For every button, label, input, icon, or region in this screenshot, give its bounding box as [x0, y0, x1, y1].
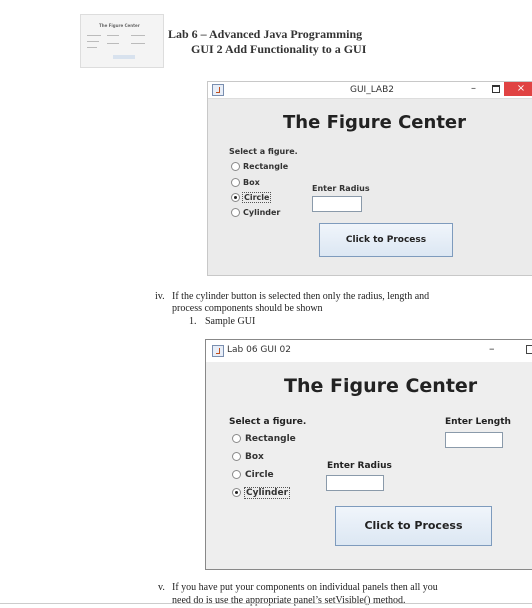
- item-iv-number: iv.: [155, 291, 165, 302]
- radio-rectangle[interactable]: [231, 162, 240, 171]
- radio-cylinder[interactable]: [232, 488, 241, 497]
- java-icon: [212, 345, 224, 357]
- maximize-button[interactable]: [492, 85, 500, 93]
- click-to-process-button[interactable]: Click to Process: [335, 506, 492, 546]
- radius-input[interactable]: [312, 196, 362, 212]
- thumb-line: [131, 35, 145, 36]
- gui-lab2-window: GUI_LAB2 – × The Figure Center Select a …: [207, 81, 532, 276]
- thumb-line: [107, 43, 119, 44]
- radio-rectangle-label[interactable]: Rectangle: [245, 434, 296, 444]
- thumb-button: [113, 55, 135, 59]
- document-thumbnail: The Figure Center: [80, 14, 164, 68]
- enter-radius-label: Enter Radius: [312, 184, 370, 193]
- radio-rectangle-label[interactable]: Rectangle: [243, 162, 288, 171]
- radio-circle-label[interactable]: Circle: [245, 470, 274, 480]
- sub-item-text: Sample GUI: [205, 316, 256, 327]
- radio-rectangle[interactable]: [232, 434, 241, 443]
- thumb-line: [107, 35, 119, 36]
- radio-cylinder-label[interactable]: Cylinder: [244, 487, 291, 499]
- enter-radius-label: Enter Radius: [327, 461, 392, 471]
- title-bar: Lab 06 GUI 02 –: [206, 340, 532, 362]
- radio-box-label[interactable]: Box: [245, 452, 264, 462]
- document-heading: Lab 6 – Advanced Java Programming: [168, 27, 363, 41]
- document-subheading: GUI 2 Add Functionality to a GUI: [191, 42, 367, 56]
- enter-length-label: Enter Length: [445, 417, 511, 427]
- window-title: Lab 06 GUI 02: [227, 345, 291, 355]
- sub-item-number: 1.: [189, 316, 197, 327]
- item-v-text-1: If you have put your components on indiv…: [172, 582, 438, 593]
- page-divider: [0, 603, 532, 604]
- thumb-line: [87, 47, 97, 48]
- radio-box[interactable]: [231, 178, 240, 187]
- close-button[interactable]: ×: [504, 82, 532, 96]
- java-icon: [212, 84, 224, 96]
- minimize-button[interactable]: –: [489, 342, 495, 355]
- radio-cylinder-label[interactable]: Cylinder: [243, 208, 280, 217]
- item-v-number: v.: [158, 582, 165, 593]
- radio-circle[interactable]: [232, 470, 241, 479]
- item-iv-text-1: If the cylinder button is selected then …: [172, 291, 430, 302]
- thumb-line: [131, 43, 145, 44]
- minimize-button[interactable]: –: [471, 83, 476, 94]
- radio-cylinder[interactable]: [231, 208, 240, 217]
- lab06-gui02-window: Lab 06 GUI 02 – The Figure Center Select…: [205, 339, 532, 570]
- radio-box[interactable]: [232, 452, 241, 461]
- length-input[interactable]: [445, 432, 503, 448]
- thumb-line: [87, 35, 101, 36]
- radio-circle[interactable]: [231, 193, 240, 202]
- radio-box-label[interactable]: Box: [243, 178, 260, 187]
- select-figure-label: Select a figure.: [229, 417, 307, 427]
- figure-center-heading: The Figure Center: [283, 112, 467, 133]
- figure-center-heading: The Figure Center: [284, 375, 478, 397]
- radio-circle-label[interactable]: Circle: [242, 192, 272, 203]
- thumbnail-title: The Figure Center: [99, 23, 140, 28]
- radius-input[interactable]: [326, 475, 384, 491]
- title-bar: GUI_LAB2 – ×: [208, 82, 532, 99]
- click-to-process-button[interactable]: Click to Process: [319, 223, 453, 257]
- thumb-line: [87, 41, 99, 42]
- select-figure-label: Select a figure.: [229, 147, 298, 156]
- item-v-text-2: need do is use the appropriate panel’s s…: [172, 595, 406, 606]
- item-iv-text-2: process components should be shown: [172, 303, 323, 314]
- maximize-button[interactable]: [526, 345, 532, 354]
- window-title: GUI_LAB2: [350, 85, 394, 95]
